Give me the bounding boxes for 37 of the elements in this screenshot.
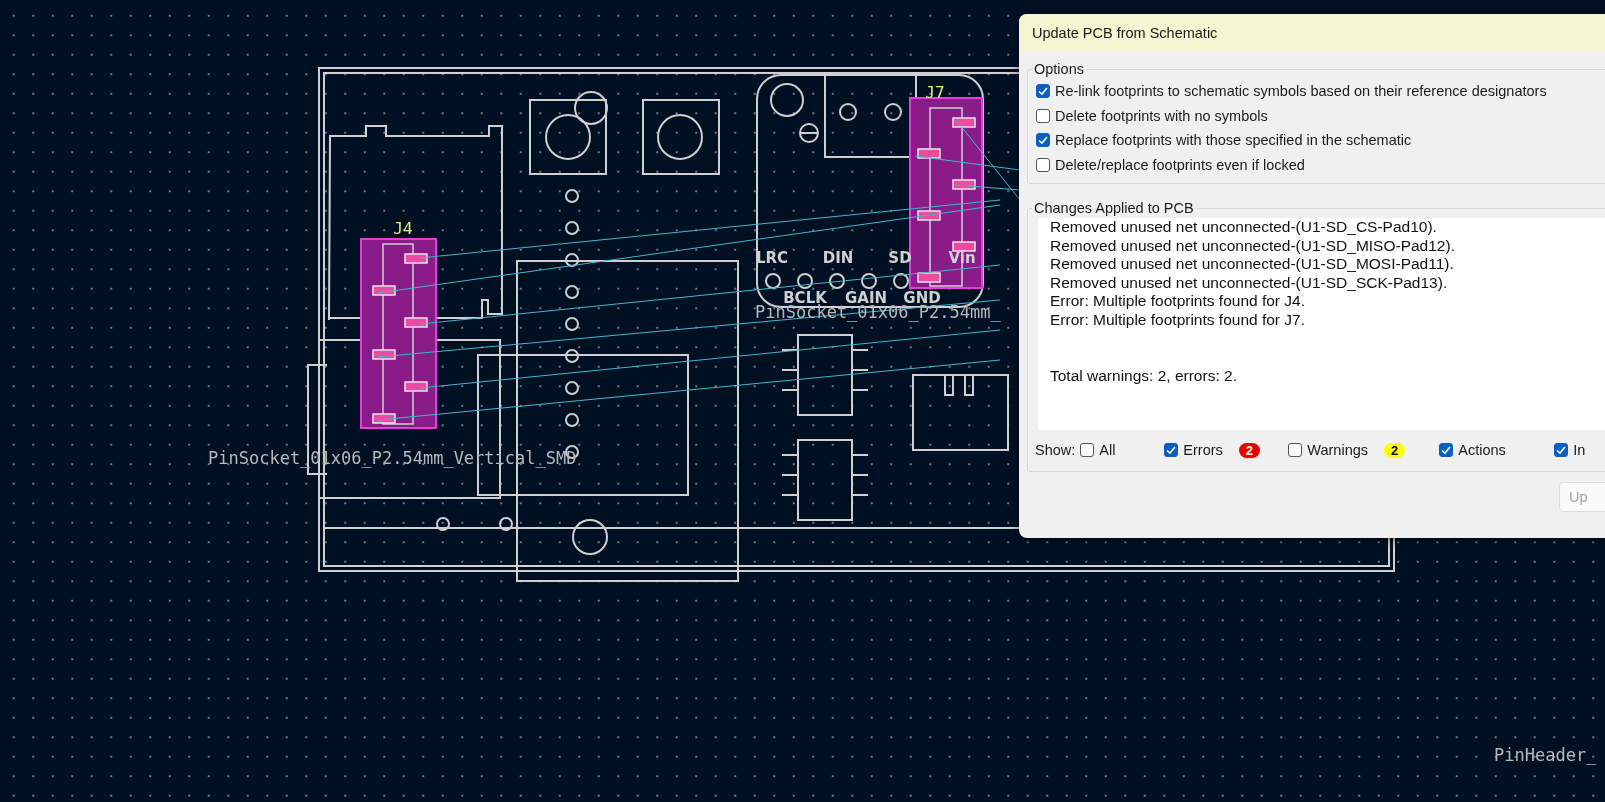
checkbox-icon[interactable] xyxy=(1554,443,1569,458)
checkbox-icon[interactable] xyxy=(1164,443,1179,458)
checkbox-icon[interactable] xyxy=(1036,84,1050,99)
checkbox-icon[interactable] xyxy=(1080,443,1095,458)
show-label: Show: xyxy=(1035,442,1076,459)
footprint-label: PinHeader_ xyxy=(1494,745,1597,765)
reference-label: J4 xyxy=(393,219,413,238)
filter-checkbox[interactable]: Warnings xyxy=(1288,438,1369,463)
reference-label: J7 xyxy=(925,83,945,102)
filter-checkbox[interactable]: All xyxy=(1080,438,1116,463)
pin-label: BCLK xyxy=(783,289,827,307)
count-badge: 2 xyxy=(1238,442,1260,458)
group-title: Options xyxy=(1033,61,1085,77)
filter-checkbox[interactable]: Errors xyxy=(1164,438,1223,463)
pin-label: GAIN xyxy=(844,289,888,307)
log-line: Error: Multiple footprints found for J4. xyxy=(1050,292,1306,311)
option-checkbox[interactable]: Replace footprints with those specified in the schematic xyxy=(1036,128,1605,153)
filter-checkbox[interactable]: Actions xyxy=(1439,438,1506,463)
checkbox-icon[interactable] xyxy=(1036,133,1050,148)
log-line: Error: Multiple footprints found for J7. xyxy=(1050,310,1306,330)
pin-label: DIN xyxy=(822,249,854,267)
checkbox-icon[interactable] xyxy=(1036,157,1050,172)
option-checkbox[interactable]: Delete/replace footprints even if locked xyxy=(1036,152,1605,177)
log-total: Total warnings: 2, errors: 2. xyxy=(1050,366,1238,386)
log-line: Removed unused net unconnected-(U1-SD_SCK-Pad13). xyxy=(1050,273,1449,293)
count-badge: 2 xyxy=(1384,442,1406,458)
checkbox-icon[interactable] xyxy=(1036,108,1050,123)
group-title: Changes Applied to PCB xyxy=(1033,200,1195,216)
checkbox-icon[interactable] xyxy=(1439,443,1454,458)
checkbox-icon[interactable] xyxy=(1288,443,1303,458)
filter-checkbox[interactable]: In xyxy=(1554,438,1586,463)
log-line: Removed unused net unconnected-(U1-SD_MOSI-Pad11). xyxy=(1050,255,1455,274)
option-checkbox[interactable]: Re-link footprints to schematic symbols based on their reference designators xyxy=(1036,79,1605,104)
dialog-title: Update PCB from Schematic xyxy=(1032,24,1218,41)
log-line: Removed unused net unconnected-(U1-SD_MISO-Pad12). xyxy=(1050,236,1456,256)
option-checkbox[interactable]: Delete footprints with no symbols xyxy=(1036,103,1605,128)
log-line: Removed unused net unconnected-(U1-SD_CS-Pad10). xyxy=(1050,218,1438,237)
